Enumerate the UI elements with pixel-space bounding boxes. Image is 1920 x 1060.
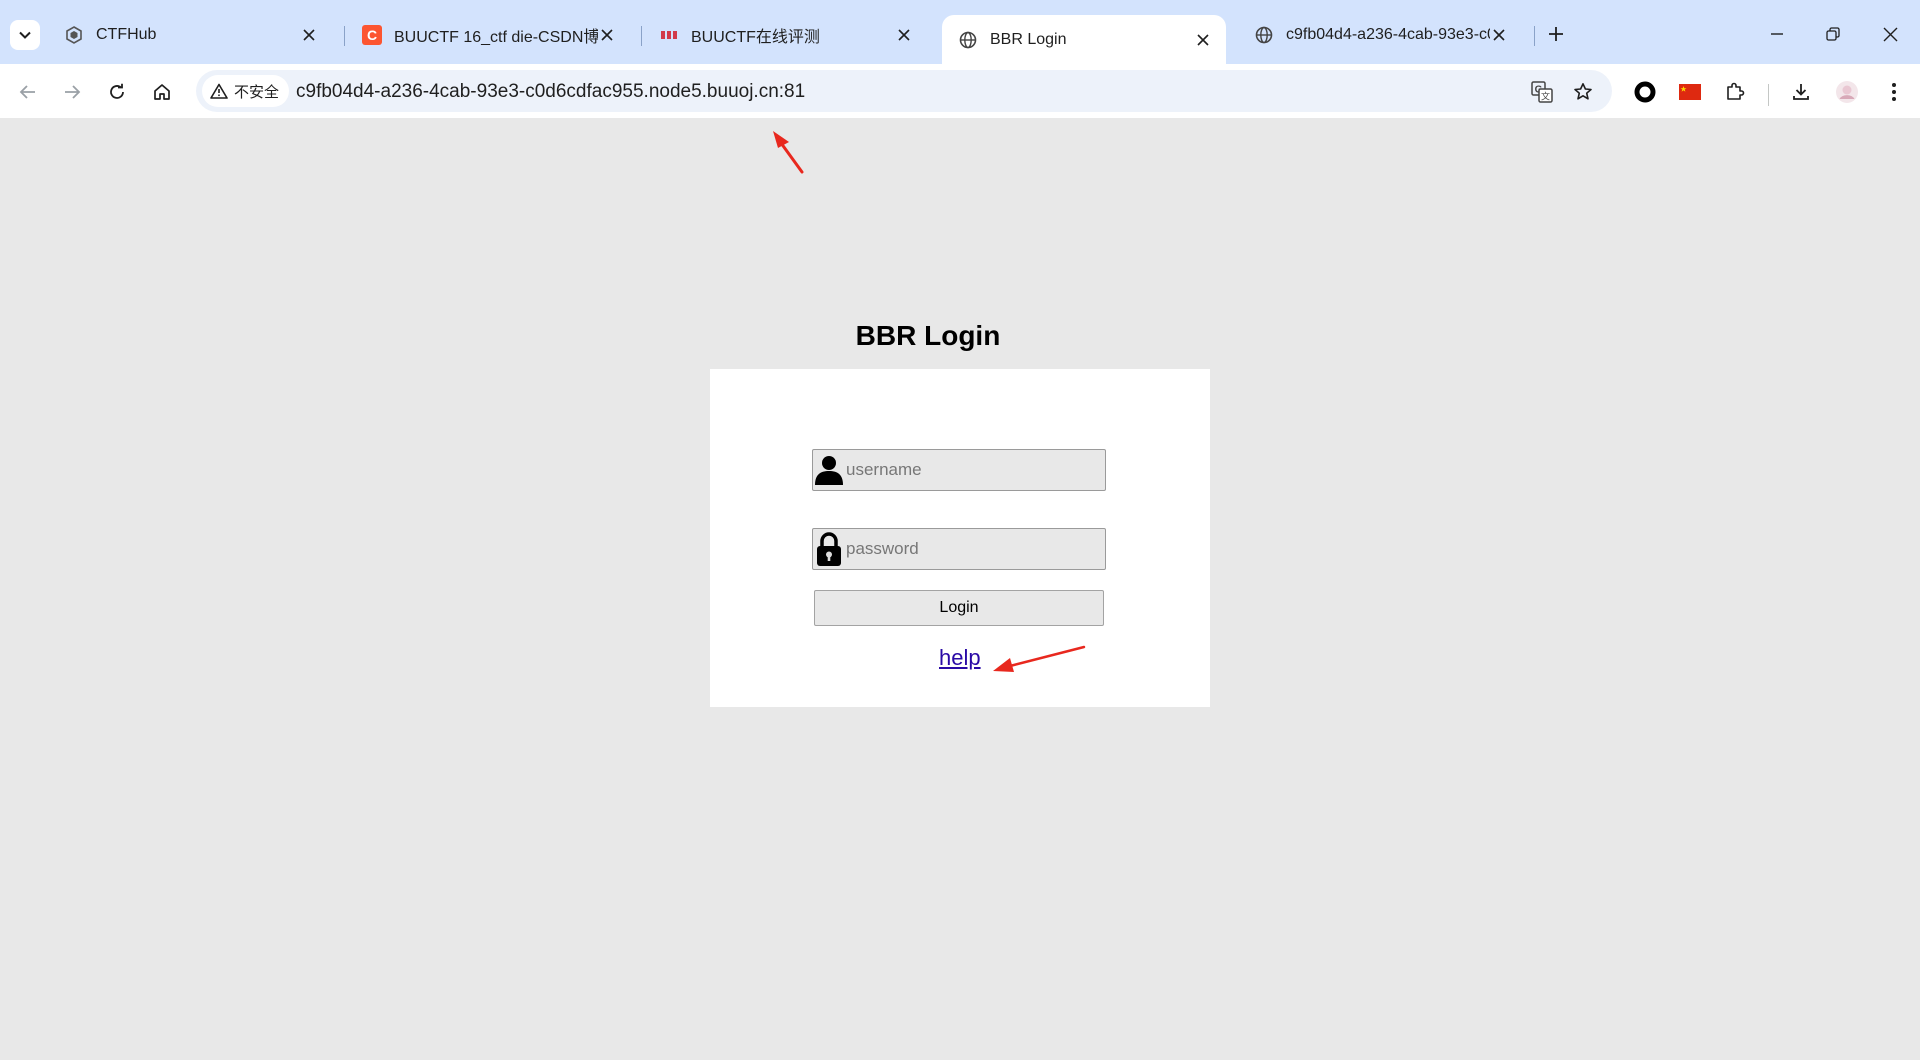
ctfhub-icon: [64, 25, 84, 45]
close-icon[interactable]: [598, 26, 616, 44]
puzzle-icon: [1727, 82, 1745, 100]
username-input[interactable]: [844, 452, 1105, 488]
kebab-menu-icon: [1892, 83, 1896, 101]
security-label: 不安全: [234, 83, 280, 101]
tab-buuctf[interactable]: BUUCTF在线评测: [643, 18, 927, 52]
restore-button[interactable]: [1813, 18, 1853, 50]
page-content: BBR Login Login help: [0, 118, 1920, 1060]
bookmark-button[interactable]: [1569, 78, 1597, 106]
close-icon: [1883, 27, 1897, 41]
annotation-arrow-help: [993, 645, 1086, 672]
tab-csdn[interactable]: C BUUCTF 16_ctf die-CSDN博客: [346, 18, 630, 52]
help-link[interactable]: help: [939, 645, 981, 671]
password-field: [812, 528, 1106, 570]
china-flag-icon: [1679, 84, 1701, 100]
home-icon: [154, 84, 170, 100]
menu-button[interactable]: [1879, 77, 1909, 107]
url-text[interactable]: c9fb04d4-a236-4cab-93e3-c0d6cdfac955.nod…: [296, 81, 805, 103]
close-icon[interactable]: [1194, 31, 1212, 49]
reload-button[interactable]: [101, 76, 133, 108]
translate-button[interactable]: G文: [1528, 78, 1556, 106]
restore-icon: [1826, 27, 1840, 41]
downloads-button[interactable]: [1786, 77, 1816, 107]
close-icon[interactable]: [300, 26, 318, 44]
password-input[interactable]: [844, 531, 1105, 567]
home-button[interactable]: [146, 76, 178, 108]
page-title: BBR Login: [855, 320, 1001, 351]
extension-ring-button[interactable]: [1630, 77, 1660, 107]
tab-title: BUUCTF 16_ctf die-CSDN博客: [394, 29, 598, 46]
svg-text:C: C: [367, 27, 377, 43]
tab-node-url[interactable]: c9fb04d4-a236-4cab-93e3-c0: [1238, 18, 1522, 52]
minimize-icon: [1771, 33, 1783, 35]
close-icon[interactable]: [895, 26, 913, 44]
profile-button[interactable]: [1832, 77, 1862, 107]
minimize-button[interactable]: [1757, 18, 1797, 50]
address-bar[interactable]: 不安全 c9fb04d4-a236-4cab-93e3-c0d6cdfac955…: [196, 70, 1612, 112]
extension-flag-button[interactable]: [1675, 77, 1705, 107]
chevron-down-icon: [19, 31, 31, 39]
toolbar-divider: [1768, 84, 1769, 106]
tab-ctfhub[interactable]: CTFHub: [48, 18, 332, 52]
csdn-icon: C: [362, 25, 382, 45]
arrow-right-icon: [65, 85, 81, 99]
arrow-left-icon: [19, 85, 35, 99]
buuctf-icon: [659, 25, 679, 45]
login-button[interactable]: Login: [814, 590, 1104, 626]
ring-icon: [1634, 81, 1656, 103]
forward-button[interactable]: [56, 76, 88, 108]
browser-chrome: CTFHub C BUUCTF 16_ctf die-CSDN博客 BUUCTF…: [0, 0, 1920, 118]
tab-divider: [344, 26, 345, 46]
tab-title: c9fb04d4-a236-4cab-93e3-c0: [1286, 26, 1490, 43]
tab-strip: CTFHub C BUUCTF 16_ctf die-CSDN博客 BUUCTF…: [0, 0, 1920, 64]
avatar: [1836, 81, 1858, 103]
username-field: [812, 449, 1106, 491]
back-button[interactable]: [12, 76, 44, 108]
new-tab-button[interactable]: [1544, 22, 1568, 46]
tab-title: CTFHub: [96, 26, 157, 43]
extensions-button[interactable]: [1720, 77, 1750, 107]
svg-text:文: 文: [1541, 91, 1550, 103]
globe-icon: [1254, 25, 1274, 45]
close-icon[interactable]: [1490, 26, 1508, 44]
annotation-arrow-url: [773, 131, 804, 174]
lock-icon: [814, 529, 844, 569]
plus-icon: [1549, 27, 1563, 41]
translate-icon: G文: [1531, 81, 1553, 103]
tab-title: BBR Login: [990, 30, 1067, 48]
security-chip[interactable]: 不安全: [202, 75, 290, 107]
user-icon: [814, 450, 844, 490]
tab-title: BUUCTF在线评测: [691, 29, 820, 46]
star-icon: [1574, 83, 1592, 100]
browser-toolbar: 不安全 c9fb04d4-a236-4cab-93e3-c0d6cdfac955…: [0, 64, 1920, 118]
tab-search-button[interactable]: [10, 20, 40, 50]
download-icon: [1793, 84, 1809, 100]
tab-bbr-login[interactable]: BBR Login: [942, 15, 1226, 64]
tab-divider: [641, 26, 642, 46]
reload-icon: [110, 83, 124, 99]
warning-icon: [210, 83, 228, 99]
login-form: Login help: [710, 369, 1210, 707]
window-close-button[interactable]: [1870, 18, 1910, 50]
tab-divider: [1534, 26, 1535, 46]
globe-icon: [958, 30, 978, 50]
